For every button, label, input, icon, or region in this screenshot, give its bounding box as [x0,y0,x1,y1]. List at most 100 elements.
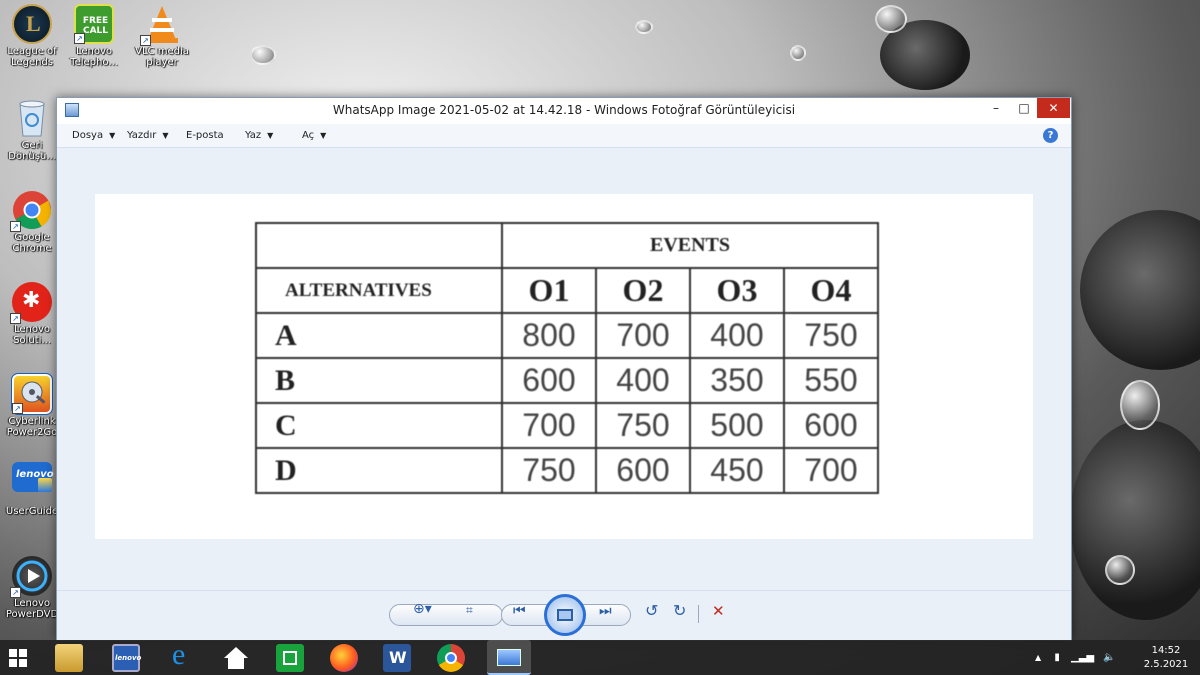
desktop-icon-recycle-bin[interactable]: Geri Dönüşü... [0,98,64,162]
viewer-toolbar: ⊕▾ ⌗ ⏮ ⏭ ↺ ↻ ✕ [57,590,1071,640]
recycle-bin-icon [12,98,52,138]
menu-ac[interactable]: Aç ▼ [302,130,326,141]
internet-explorer-icon[interactable]: e [168,638,196,672]
desktop-icon-userguide[interactable]: lenovo UserGuide [0,462,64,517]
table-row: ALTERNATIVES O1 O2 O3 O4 [255,267,879,314]
photo-viewer-icon[interactable] [487,640,531,675]
menu-dosya[interactable]: Dosya ▼ [72,130,115,141]
events-header: EVENTS [501,222,879,269]
table-row: B 600 400 350 550 [255,357,879,404]
show-hidden-icons-icon[interactable]: ▲ [1035,653,1041,662]
table-row: C 700 750 500 600 [255,402,879,449]
desktop-icon-powerdvd[interactable]: ↗ Lenovo PowerDVD [0,556,64,620]
rotate-right-icon[interactable]: ↻ [673,601,686,620]
menu-yaz[interactable]: Yaz ▼ [245,130,273,141]
table-cell: 500 [689,402,785,449]
displayed-photo: EVENTS ALTERNATIVES O1 O2 O3 O4 A 800 70… [95,194,1033,539]
help-icon[interactable]: ? [1043,128,1058,143]
desktop-icon-label: VLC media player [135,46,189,68]
table-cell: 700 [783,447,879,494]
menu-label: E-posta [186,130,224,141]
desktop-icon-label: Lenovo Telepho... [70,46,118,68]
shortcut-arrow-icon: ↗ [10,587,21,598]
desktop-icon-label: Lenovo Soluti... [13,324,51,346]
title-bar[interactable]: WhatsApp Image 2021-05-02 at 14.42.18 - … [57,98,1071,124]
rotate-left-icon[interactable]: ↺ [645,601,658,620]
zoom-group [389,604,503,626]
desktop-icon-label: Lenovo PowerDVD [5,598,59,620]
menu-yazdir[interactable]: Yazdır ▼ [127,130,169,141]
slideshow-icon [557,609,573,621]
table-row: D 750 600 450 700 [255,447,879,494]
maximize-button[interactable]: □ [1010,98,1038,118]
network-icon[interactable]: ▁▃▅ [1071,652,1094,663]
shortcut-arrow-icon: ↗ [140,35,151,46]
lenovo-telephony-icon: FREE CALL ↗ [74,4,114,44]
minimize-button[interactable]: – [982,98,1010,118]
shortcut-arrow-icon: ↗ [10,221,21,232]
row-label: C [255,402,503,449]
powerdvd-icon: ↗ [10,556,52,598]
photo-viewer-window: WhatsApp Image 2021-05-02 at 14.42.18 - … [56,97,1072,641]
start-button[interactable] [9,649,27,667]
table-cell: 600 [501,357,597,404]
window-title: WhatsApp Image 2021-05-02 at 14.42.18 - … [332,103,796,117]
battery-icon[interactable]: ▮ [1054,652,1060,663]
table-cell: 750 [595,402,691,449]
decision-table: EVENTS ALTERNATIVES O1 O2 O3 O4 A 800 70… [255,222,879,494]
lenovo-solutions-icon: ✱ ↗ [10,282,52,324]
shortcut-arrow-icon: ↗ [74,33,85,44]
system-clock[interactable]: 14:52 2.5.2021 [1140,644,1192,672]
desktop-icon-lenovo-telephony[interactable]: FREE CALL ↗ Lenovo Telepho... [62,4,126,68]
file-explorer-icon[interactable] [55,644,83,672]
table-cell: 750 [501,447,597,494]
table-cell: 600 [595,447,691,494]
row-label: B [255,357,503,404]
desktop-icon-label: UserGuide [5,506,59,517]
toolbar-divider [698,605,699,623]
firefox-icon[interactable] [330,644,358,672]
chevron-down-icon: ▼ [267,131,274,140]
system-tray: ▲ ▮ ▁▃▅ 🔈 [1035,652,1116,663]
menu-label: Yaz [245,130,262,141]
column-header: O2 [595,267,691,314]
lenovo-logo-text: lenovo [115,654,142,662]
desktop-icon-power2go[interactable]: ↗ Cyberlink Power2Go [0,373,64,438]
home-icon[interactable] [222,644,250,672]
taskbar: lenovo e W ▲ ▮ ▁▃▅ 🔈 14:52 2.5.2021 [0,638,1200,675]
previous-icon[interactable]: ⏮ [513,603,526,619]
volume-icon[interactable]: 🔈 [1103,652,1115,663]
chrome-icon[interactable] [437,644,465,672]
shortcut-arrow-icon: ↗ [10,313,21,324]
desktop-icon-chrome[interactable]: ↗ Google Chrome [0,190,64,254]
slideshow-button[interactable] [544,594,586,636]
table-cell: 800 [501,312,597,359]
zoom-icon[interactable]: ⊕▾ [413,601,432,617]
menu-e-posta[interactable]: E-posta [186,130,224,141]
table-cell: 600 [783,402,879,449]
table-cell: 750 [783,312,879,359]
table-cell: 400 [595,357,691,404]
menu-label: Aç [302,130,315,141]
column-header: O4 [783,267,879,314]
actual-size-icon[interactable]: ⌗ [466,603,473,618]
word-letter: W [389,648,407,667]
menu-bar: Dosya ▼ Yazdır ▼ E-posta Yaz ▼ Aç ▼ ? [57,124,1071,148]
chrome-icon: ↗ [10,190,52,232]
word-icon[interactable]: W [383,644,411,672]
menu-label: Yazdır [127,130,157,141]
chevron-down-icon: ▼ [320,131,327,140]
desktop-icon-vlc[interactable]: ↗ VLC media player [130,4,194,68]
league-of-legends-icon: L [12,4,52,44]
menu-label: Dosya [72,130,104,141]
store-icon[interactable] [276,644,304,672]
table-cell: 350 [689,357,785,404]
desktop-icon-league[interactable]: L League of Legends [0,4,64,68]
lenovo-monitor-icon[interactable]: lenovo [112,644,142,672]
next-icon[interactable]: ⏭ [599,603,612,619]
delete-icon[interactable]: ✕ [712,602,725,620]
desktop-icon-lenovo-solutions[interactable]: ✱ ↗ Lenovo Soluti... [0,282,64,346]
close-button[interactable]: ✕ [1037,98,1070,118]
desktop-icon-label: Geri Dönüşü... [8,140,56,162]
table-cell: 400 [689,312,785,359]
